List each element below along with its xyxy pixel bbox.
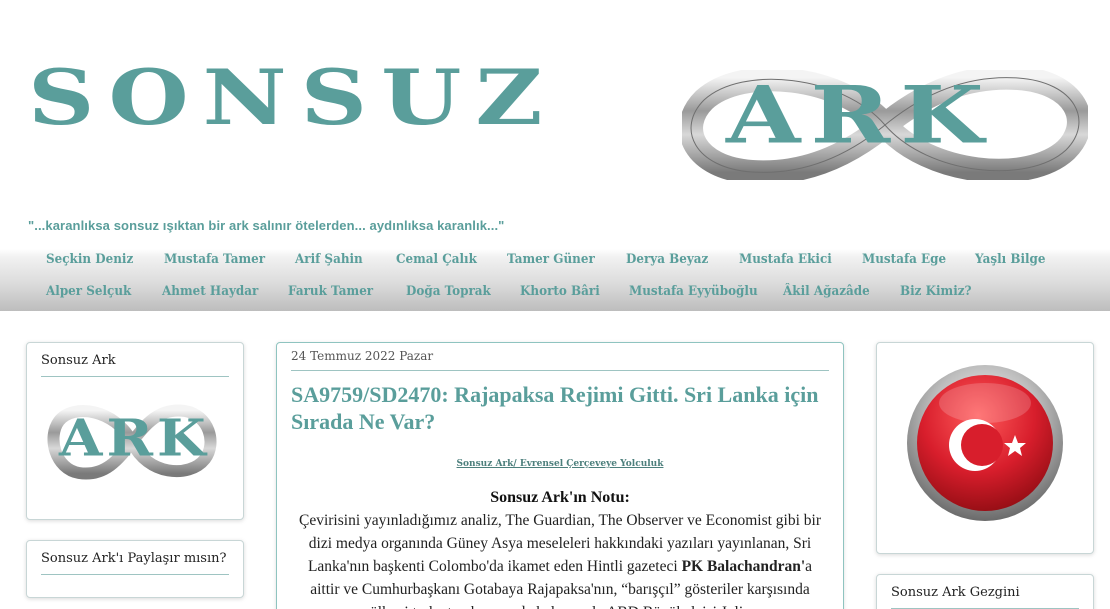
nav-link-doga-toprak[interactable]: Doğa Toprak (406, 284, 491, 299)
top-navigation: Seçkin Deniz Mustafa Tamer Arif Şahin Ce… (0, 249, 1110, 311)
sidebar-widget-gezgin: Sonsuz Ark Gezgini (876, 574, 1094, 609)
nav-row-2: Alper Selçuk Ahmet Haydar Faruk Tamer Do… (0, 284, 1110, 310)
nav-link-mustafa-ekici[interactable]: Mustafa Ekici (739, 252, 832, 267)
post-note-title: Sonsuz Ark'ın Notu: (490, 489, 630, 506)
nav-link-derya-beyaz[interactable]: Derya Beyaz (626, 252, 708, 267)
nav-link-seckin-deniz[interactable]: Seçkin Deniz (46, 252, 133, 267)
site-header: SONSUZ ARK "...karanlıksa sonsuz ışıktan… (0, 0, 1110, 250)
post-title[interactable]: SA9759/SD2470: Rajapaksa Rejimi Gitti. S… (291, 381, 829, 435)
nav-link-yasli-bilge[interactable]: Yaşlı Bilge (975, 252, 1046, 267)
widget-title: Sonsuz Ark (41, 353, 229, 377)
widget-title: Sonsuz Ark Gezgini (891, 585, 1079, 609)
blog-post: 24 Temmuz 2022 Pazar SA9759/SD2470: Raja… (276, 342, 844, 609)
nav-link-tamer-guner[interactable]: Tamer Güner (507, 252, 595, 267)
logo-sonsuz-text[interactable]: SONSUZ (28, 60, 557, 135)
ark-logo-text: ARK (59, 408, 210, 468)
nav-link-arif-sahin[interactable]: Arif Şahin (295, 252, 363, 267)
post-source-link[interactable]: Sonsuz Ark/ Evrensel Çerçeveye Yolculuk (277, 459, 843, 469)
nav-link-khorto-bari[interactable]: Khorto Bâri (520, 284, 600, 299)
nav-link-cemal-calik[interactable]: Cemal Çalık (396, 252, 477, 267)
nav-link-biz-kimiz[interactable]: Biz Kimiz? (900, 284, 972, 299)
widget-title: Sonsuz Ark'ı Paylaşır mısın? (41, 551, 229, 575)
sidebar-widget-flag (876, 342, 1094, 554)
nav-link-mustafa-tamer[interactable]: Mustafa Tamer (164, 252, 265, 267)
nav-link-faruk-tamer[interactable]: Faruk Tamer (288, 284, 373, 299)
sidebar-widget-sonsuz-ark: Sonsuz Ark ARK (26, 342, 244, 520)
site-tagline: "...karanlıksa sonsuz ışıktan bir ark sa… (28, 218, 505, 233)
nav-link-akil-agazade[interactable]: Âkil Ağazâde (783, 284, 870, 299)
nav-link-mustafa-eyyuboglu[interactable]: Mustafa Eyyüboğlu (629, 284, 758, 299)
nav-link-mustafa-ege[interactable]: Mustafa Ege (862, 252, 946, 267)
sidebar-widget-share: Sonsuz Ark'ı Paylaşır mısın? (26, 540, 244, 598)
post-date: 24 Temmuz 2022 Pazar (291, 349, 829, 371)
post-body-author: PK Balachandran' (681, 558, 806, 575)
ark-logo-image[interactable]: ARK (47, 397, 217, 487)
logo-ark-text[interactable]: ARK (726, 76, 994, 155)
nav-link-ahmet-haydar[interactable]: Ahmet Haydar (162, 284, 258, 299)
post-body: Çevirisini yayınladığımız analiz, The Gu… (295, 509, 825, 609)
turkish-flag-icon[interactable] (905, 363, 1065, 523)
nav-row-1: Seçkin Deniz Mustafa Tamer Arif Şahin Ce… (0, 252, 1110, 278)
nav-link-alper-selcuk[interactable]: Alper Selçuk (46, 284, 131, 299)
